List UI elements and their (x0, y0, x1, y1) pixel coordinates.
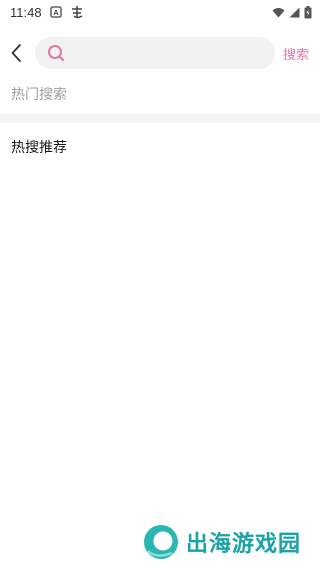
search-row: 搜索 (0, 36, 320, 70)
search-icon (48, 45, 65, 62)
search-button[interactable]: 搜索 (283, 44, 309, 63)
watermark-logo-icon (144, 525, 178, 559)
a-box-icon: A (49, 6, 62, 18)
status-time: 11:48 (10, 4, 42, 20)
search-box[interactable] (35, 37, 275, 69)
search-input[interactable] (71, 37, 265, 69)
status-left: 11:48 A (10, 5, 84, 20)
status-right (272, 5, 312, 19)
hot-search-title: 热门搜索 (11, 87, 67, 103)
watermark: 出海游戏园 (142, 522, 301, 562)
back-button[interactable] (6, 40, 26, 66)
section-divider (0, 114, 320, 123)
battery-icon (304, 5, 312, 19)
watermark-text: 出海游戏园 (186, 532, 302, 557)
recommend-title: 热搜推荐 (11, 140, 67, 156)
kanji-icon (70, 5, 84, 19)
wifi-icon (272, 7, 285, 18)
svg-text:A: A (53, 8, 59, 17)
signal-icon (289, 7, 300, 18)
status-bar: 11:48 A (0, 0, 320, 24)
chevron-left-icon (11, 44, 21, 62)
